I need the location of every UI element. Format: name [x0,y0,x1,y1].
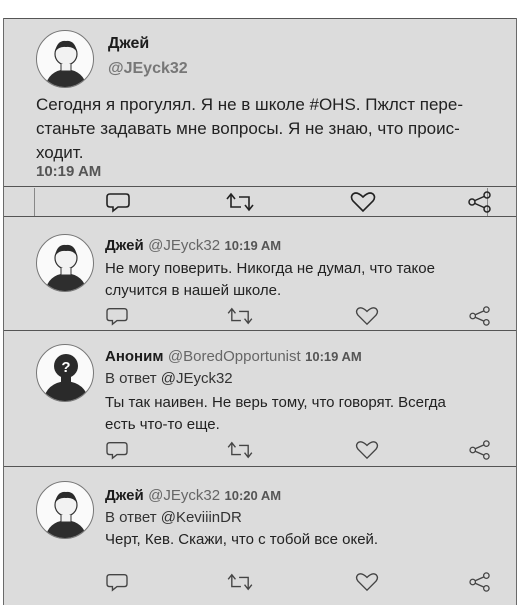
share-icon [469,440,490,460]
tweet-text-line: есть что-то еще. [105,416,220,433]
retweet-button[interactable] [225,191,254,213]
person-avatar-icon [45,244,87,291]
reply-tweet: Джей @JEyck32 10:19 AM Не могу поверить.… [4,216,516,331]
like-button[interactable] [355,572,381,594]
avatar[interactable] [36,481,94,539]
tweet-text: Ты так наивен. Не верь тому, что говорят… [105,392,446,436]
author-handle[interactable]: @JEyck32 [108,60,188,78]
like-button[interactable] [355,306,381,328]
avatar[interactable] [36,30,94,88]
tweet-text-line: Ты так наивен. Не верь тому, что говорят… [105,394,446,411]
tweet-text: Сегодня я прогулял. Я не в школе #OHS. П… [36,93,463,165]
timestamp[interactable]: 10:20 AM [225,488,282,503]
reply-tweet: Джей @JEyck32 10:20 AM В ответ @KeviiinD… [4,466,516,605]
reply-icon [106,442,128,460]
tweet-header: Аноним @BoredOpportunist 10:19 AM [105,348,362,366]
retweet-button[interactable] [226,306,253,328]
author-handle[interactable]: @JEyck32 [148,487,220,504]
share-button[interactable] [468,306,494,328]
like-button[interactable] [355,440,381,462]
reply-button[interactable] [105,306,131,328]
main-tweet: Джей @JEyck32 Сегодня я прогулял. Я не в… [4,18,516,220]
author-handle[interactable]: @BoredOpportunist [168,348,301,365]
tweet-text: Не могу поверить. Никогда не думал, что … [105,258,435,302]
divider [34,188,35,216]
reply-tweet: ? Аноним @BoredOpportunist 10:19 AM В от… [4,330,516,468]
reply-icon [106,574,128,592]
author-name[interactable]: Джей [105,237,144,254]
reply-icon [106,308,128,326]
tweet-text-line: станьте задавать мне вопросы. Я не знаю,… [36,119,460,138]
author-handle[interactable]: @JEyck32 [148,237,220,254]
reply-button[interactable] [105,572,131,594]
author-name[interactable]: Аноним [105,348,163,365]
tweet-header: Джей @JEyck32 10:19 AM [105,237,281,255]
action-bar [4,438,516,468]
timestamp[interactable]: 10:19 AM [225,238,282,253]
like-icon [355,573,379,592]
tweet-text-line: Черт, Кев. Скажи, что с тобой все окей. [105,531,379,548]
share-button[interactable] [467,191,493,213]
share-icon [469,572,490,592]
reply-to-label[interactable]: В ответ @JEyck32 [105,370,233,387]
avatar[interactable]: ? [36,344,94,402]
action-bar [4,570,516,600]
tweet-text-line: Не могу поверить. Никогда не думал, что … [105,260,435,277]
reply-button[interactable] [105,440,131,462]
reply-button[interactable] [105,191,131,213]
avatar[interactable] [36,234,94,292]
tweet-text-line: случится в нашей школе. [105,282,282,299]
divider [4,186,516,187]
like-button[interactable] [350,191,376,213]
like-icon [355,441,379,460]
action-bar [4,188,516,216]
retweet-button[interactable] [226,440,253,462]
share-button[interactable] [468,572,494,594]
person-avatar-icon [45,491,87,538]
reply-to-label[interactable]: В ответ @KeviiinDR [105,509,242,526]
author-name[interactable]: Джей [105,487,144,504]
retweet-icon [227,307,253,325]
tweet-text: Черт, Кев. Скажи, что с тобой все окей. [105,529,378,551]
reply-icon [106,193,130,213]
anonymous-avatar-icon: ? [43,354,89,401]
retweet-icon [227,441,253,459]
share-icon [469,306,490,326]
share-button[interactable] [468,440,494,462]
like-icon [355,307,379,326]
person-avatar-icon [45,40,87,87]
tweet-thread: Джей @JEyck32 Сегодня я прогулял. Я не в… [3,18,517,605]
tweet-text-line: ходит. [36,143,84,162]
author-name[interactable]: Джей [108,35,149,53]
retweet-button[interactable] [226,572,253,594]
timestamp[interactable]: 10:19 AM [36,163,101,180]
svg-text:?: ? [61,359,70,376]
tweet-header: Джей @JEyck32 10:20 AM [105,487,281,505]
share-icon [468,191,491,213]
retweet-icon [226,192,254,212]
timestamp[interactable]: 10:19 AM [305,349,362,364]
like-icon [350,192,376,213]
retweet-icon [227,573,253,591]
tweet-text-line: Сегодня я прогулял. Я не в школе #OHS. П… [36,95,463,114]
